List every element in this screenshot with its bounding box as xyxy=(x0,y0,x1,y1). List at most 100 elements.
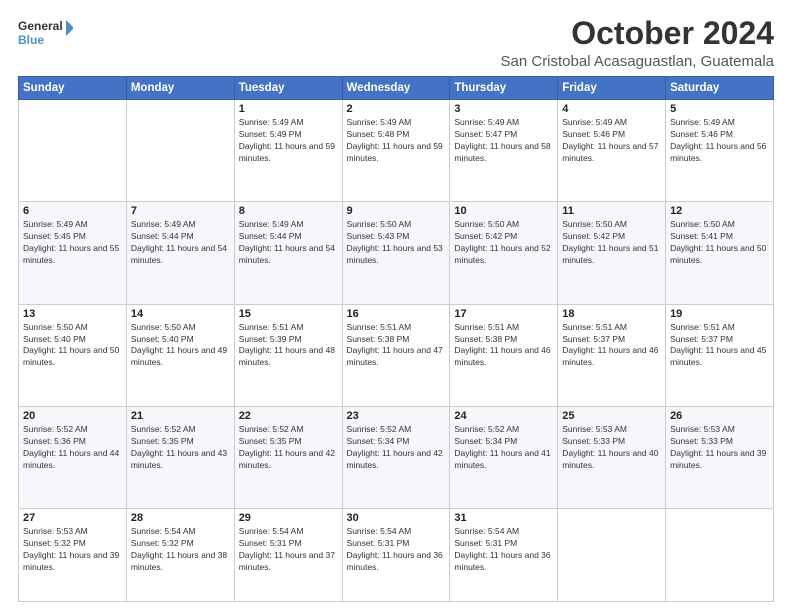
day-info: Sunrise: 5:49 AM Sunset: 5:46 PM Dayligh… xyxy=(562,117,661,165)
day-number: 22 xyxy=(239,410,338,422)
day-info: Sunrise: 5:52 AM Sunset: 5:35 PM Dayligh… xyxy=(239,424,338,472)
weekday-header: Sunday xyxy=(19,77,127,100)
calendar-cell: 4 Sunrise: 5:49 AM Sunset: 5:46 PM Daylig… xyxy=(558,100,666,202)
day-number: 11 xyxy=(562,205,661,217)
calendar-week-row: 27 Sunrise: 5:53 AM Sunset: 5:32 PM Dayli… xyxy=(19,509,774,602)
weekday-header: Tuesday xyxy=(234,77,342,100)
day-info: Sunrise: 5:53 AM Sunset: 5:33 PM Dayligh… xyxy=(562,424,661,472)
day-info: Sunrise: 5:49 AM Sunset: 5:47 PM Dayligh… xyxy=(454,117,553,165)
weekday-header: Wednesday xyxy=(342,77,450,100)
day-number: 17 xyxy=(454,308,553,320)
day-number: 12 xyxy=(670,205,769,217)
day-number: 2 xyxy=(347,103,446,115)
weekday-header: Thursday xyxy=(450,77,558,100)
calendar-cell: 22 Sunrise: 5:52 AM Sunset: 5:35 PM Dayli… xyxy=(234,406,342,508)
calendar-cell: 27 Sunrise: 5:53 AM Sunset: 5:32 PM Dayli… xyxy=(19,509,127,602)
day-info: Sunrise: 5:51 AM Sunset: 5:39 PM Dayligh… xyxy=(239,322,338,370)
day-number: 28 xyxy=(131,512,230,524)
page: General Blue October 2024 San Cristobal … xyxy=(0,0,792,612)
calendar-cell: 25 Sunrise: 5:53 AM Sunset: 5:33 PM Dayli… xyxy=(558,406,666,508)
calendar-cell: 20 Sunrise: 5:52 AM Sunset: 5:36 PM Dayli… xyxy=(19,406,127,508)
day-number: 21 xyxy=(131,410,230,422)
day-info: Sunrise: 5:50 AM Sunset: 5:42 PM Dayligh… xyxy=(562,219,661,267)
calendar-cell: 13 Sunrise: 5:50 AM Sunset: 5:40 PM Dayli… xyxy=(19,304,127,406)
calendar-cell: 17Sunrise: 5:51 AM Sunset: 5:38 PM Dayli… xyxy=(450,304,558,406)
month-title: October 2024 xyxy=(501,16,775,51)
day-info: Sunrise: 5:54 AM Sunset: 5:31 PM Dayligh… xyxy=(347,526,446,574)
calendar-cell: 14 Sunrise: 5:50 AM Sunset: 5:40 PM Dayli… xyxy=(126,304,234,406)
logo-svg: General Blue xyxy=(18,16,73,52)
day-info: Sunrise: 5:49 AM Sunset: 5:44 PM Dayligh… xyxy=(239,219,338,267)
weekday-header: Monday xyxy=(126,77,234,100)
header: General Blue October 2024 San Cristobal … xyxy=(18,16,774,70)
day-info: Sunrise: 5:52 AM Sunset: 5:36 PM Dayligh… xyxy=(23,424,122,472)
day-number: 3 xyxy=(454,103,553,115)
day-number: 19 xyxy=(670,308,769,320)
day-info: Sunrise: 5:53 AM Sunset: 5:33 PM Dayligh… xyxy=(670,424,769,472)
calendar-table: SundayMondayTuesdayWednesdayThursdayFrid… xyxy=(18,76,774,602)
day-info: Sunrise: 5:54 AM Sunset: 5:32 PM Dayligh… xyxy=(131,526,230,574)
day-info: Sunrise: 5:53 AM Sunset: 5:32 PM Dayligh… xyxy=(23,526,122,574)
day-info: Sunrise: 5:50 AM Sunset: 5:40 PM Dayligh… xyxy=(23,322,122,370)
calendar-week-row: 1Sunrise: 5:49 AM Sunset: 5:49 PM Daylig… xyxy=(19,100,774,202)
day-info: Sunrise: 5:50 AM Sunset: 5:42 PM Dayligh… xyxy=(454,219,553,267)
calendar-cell: 11 Sunrise: 5:50 AM Sunset: 5:42 PM Dayli… xyxy=(558,202,666,304)
day-number: 9 xyxy=(347,205,446,217)
calendar-cell: 12Sunrise: 5:50 AM Sunset: 5:41 PM Dayli… xyxy=(666,202,774,304)
day-number: 25 xyxy=(562,410,661,422)
calendar-cell xyxy=(19,100,127,202)
day-info: Sunrise: 5:52 AM Sunset: 5:34 PM Dayligh… xyxy=(454,424,553,472)
day-info: Sunrise: 5:51 AM Sunset: 5:37 PM Dayligh… xyxy=(562,322,661,370)
day-number: 27 xyxy=(23,512,122,524)
day-number: 15 xyxy=(239,308,338,320)
day-number: 1 xyxy=(239,103,338,115)
day-number: 13 xyxy=(23,308,122,320)
day-info: Sunrise: 5:52 AM Sunset: 5:35 PM Dayligh… xyxy=(131,424,230,472)
day-info: Sunrise: 5:50 AM Sunset: 5:40 PM Dayligh… xyxy=(131,322,230,370)
calendar-cell: 5 Sunrise: 5:49 AM Sunset: 5:46 PM Daylig… xyxy=(666,100,774,202)
calendar-cell: 30Sunrise: 5:54 AM Sunset: 5:31 PM Dayli… xyxy=(342,509,450,602)
calendar-cell: 18 Sunrise: 5:51 AM Sunset: 5:37 PM Dayli… xyxy=(558,304,666,406)
day-info: Sunrise: 5:49 AM Sunset: 5:45 PM Dayligh… xyxy=(23,219,122,267)
weekday-header: Saturday xyxy=(666,77,774,100)
calendar-cell: 26 Sunrise: 5:53 AM Sunset: 5:33 PM Dayli… xyxy=(666,406,774,508)
day-number: 8 xyxy=(239,205,338,217)
calendar-cell: 16Sunrise: 5:51 AM Sunset: 5:38 PM Dayli… xyxy=(342,304,450,406)
day-number: 4 xyxy=(562,103,661,115)
day-number: 23 xyxy=(347,410,446,422)
calendar-cell: 28 Sunrise: 5:54 AM Sunset: 5:32 PM Dayli… xyxy=(126,509,234,602)
day-number: 10 xyxy=(454,205,553,217)
calendar-cell: 3 Sunrise: 5:49 AM Sunset: 5:47 PM Daylig… xyxy=(450,100,558,202)
day-number: 29 xyxy=(239,512,338,524)
day-number: 24 xyxy=(454,410,553,422)
day-info: Sunrise: 5:49 AM Sunset: 5:44 PM Dayligh… xyxy=(131,219,230,267)
day-number: 5 xyxy=(670,103,769,115)
day-info: Sunrise: 5:54 AM Sunset: 5:31 PM Dayligh… xyxy=(239,526,338,574)
day-info: Sunrise: 5:51 AM Sunset: 5:37 PM Dayligh… xyxy=(670,322,769,370)
day-number: 6 xyxy=(23,205,122,217)
day-info: Sunrise: 5:50 AM Sunset: 5:43 PM Dayligh… xyxy=(347,219,446,267)
calendar-cell: 2 Sunrise: 5:49 AM Sunset: 5:48 PM Daylig… xyxy=(342,100,450,202)
day-info: Sunrise: 5:49 AM Sunset: 5:48 PM Dayligh… xyxy=(347,117,446,165)
calendar-cell xyxy=(558,509,666,602)
day-info: Sunrise: 5:54 AM Sunset: 5:31 PM Dayligh… xyxy=(454,526,553,574)
day-number: 18 xyxy=(562,308,661,320)
calendar-cell: 8 Sunrise: 5:49 AM Sunset: 5:44 PM Daylig… xyxy=(234,202,342,304)
calendar-cell: 21 Sunrise: 5:52 AM Sunset: 5:35 PM Dayli… xyxy=(126,406,234,508)
calendar-week-row: 13 Sunrise: 5:50 AM Sunset: 5:40 PM Dayli… xyxy=(19,304,774,406)
day-number: 14 xyxy=(131,308,230,320)
calendar-week-row: 6 Sunrise: 5:49 AM Sunset: 5:45 PM Daylig… xyxy=(19,202,774,304)
calendar-cell: 23 Sunrise: 5:52 AM Sunset: 5:34 PM Dayli… xyxy=(342,406,450,508)
day-info: Sunrise: 5:52 AM Sunset: 5:34 PM Dayligh… xyxy=(347,424,446,472)
calendar-cell: 24 Sunrise: 5:52 AM Sunset: 5:34 PM Dayli… xyxy=(450,406,558,508)
weekday-header: Friday xyxy=(558,77,666,100)
day-number: 26 xyxy=(670,410,769,422)
day-info: Sunrise: 5:51 AM Sunset: 5:38 PM Dayligh… xyxy=(347,322,446,370)
day-number: 20 xyxy=(23,410,122,422)
calendar-week-row: 20 Sunrise: 5:52 AM Sunset: 5:36 PM Dayli… xyxy=(19,406,774,508)
calendar-cell: 9 Sunrise: 5:50 AM Sunset: 5:43 PM Daylig… xyxy=(342,202,450,304)
day-number: 7 xyxy=(131,205,230,217)
day-info: Sunrise: 5:49 AM Sunset: 5:46 PM Dayligh… xyxy=(670,117,769,165)
calendar-cell: 19 Sunrise: 5:51 AM Sunset: 5:37 PM Dayli… xyxy=(666,304,774,406)
calendar-cell: 15 Sunrise: 5:51 AM Sunset: 5:39 PM Dayli… xyxy=(234,304,342,406)
